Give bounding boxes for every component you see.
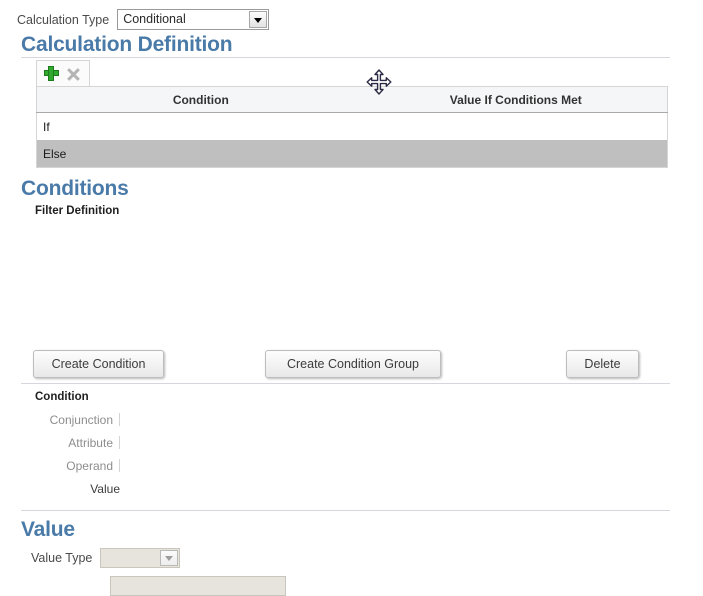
move-cursor-icon <box>366 69 392 95</box>
value-input-field[interactable] <box>110 576 286 596</box>
table-toolbar <box>36 60 90 86</box>
value-row: Value <box>0 482 120 496</box>
conjunction-label: Conjunction <box>50 413 113 427</box>
value-label: Value <box>90 482 120 496</box>
attribute-separator <box>119 436 120 449</box>
operand-separator <box>119 459 120 472</box>
filter-definition-label: Filter Definition <box>35 205 119 217</box>
value-heading: Value <box>21 518 75 542</box>
value-type-select[interactable] <box>100 548 180 568</box>
create-condition-button[interactable]: Create Condition <box>33 350 164 378</box>
operand-label: Operand <box>66 459 113 473</box>
value-section-divider <box>21 510 670 511</box>
calculation-type-value: Conditional <box>123 12 186 26</box>
column-header-condition[interactable]: Condition <box>37 87 365 113</box>
operand-row: Operand <box>0 459 120 473</box>
table-row[interactable]: If <box>37 113 668 141</box>
calculation-definition-heading: Calculation Definition <box>21 33 232 57</box>
delete-icon <box>64 64 84 84</box>
attribute-row: Attribute <box>0 436 120 450</box>
calculation-definition-divider <box>21 57 670 58</box>
conditions-divider <box>21 383 670 384</box>
calculation-type-select[interactable]: Conditional <box>117 9 269 30</box>
calculation-type-row: Calculation Type Conditional <box>17 9 269 30</box>
add-icon[interactable] <box>42 64 62 84</box>
calculation-definition-table: Condition Value If Conditions Met If Els… <box>36 86 668 168</box>
delete-button[interactable]: Delete <box>566 350 639 378</box>
value-type-row: Value Type <box>31 548 180 568</box>
attribute-label: Attribute <box>68 436 113 450</box>
cell-value-if-met <box>365 113 668 141</box>
value-type-label: Value Type <box>31 551 92 565</box>
chevron-down-icon[interactable] <box>249 11 267 28</box>
create-condition-group-button[interactable]: Create Condition Group <box>265 350 441 378</box>
conjunction-separator <box>119 413 120 426</box>
calculation-type-label: Calculation Type <box>17 13 109 27</box>
conditions-heading: Conditions <box>21 177 129 201</box>
condition-detail-title: Condition <box>35 391 89 403</box>
conjunction-row: Conjunction <box>0 413 120 427</box>
cell-value-if-met <box>365 140 668 168</box>
chevron-down-icon[interactable] <box>160 550 178 566</box>
table-row[interactable]: Else <box>37 140 668 168</box>
column-header-value-if-conditions-met[interactable]: Value If Conditions Met <box>365 87 668 113</box>
cell-condition: Else <box>37 140 365 168</box>
table-header-row: Condition Value If Conditions Met <box>37 87 668 113</box>
cell-condition: If <box>37 113 365 141</box>
